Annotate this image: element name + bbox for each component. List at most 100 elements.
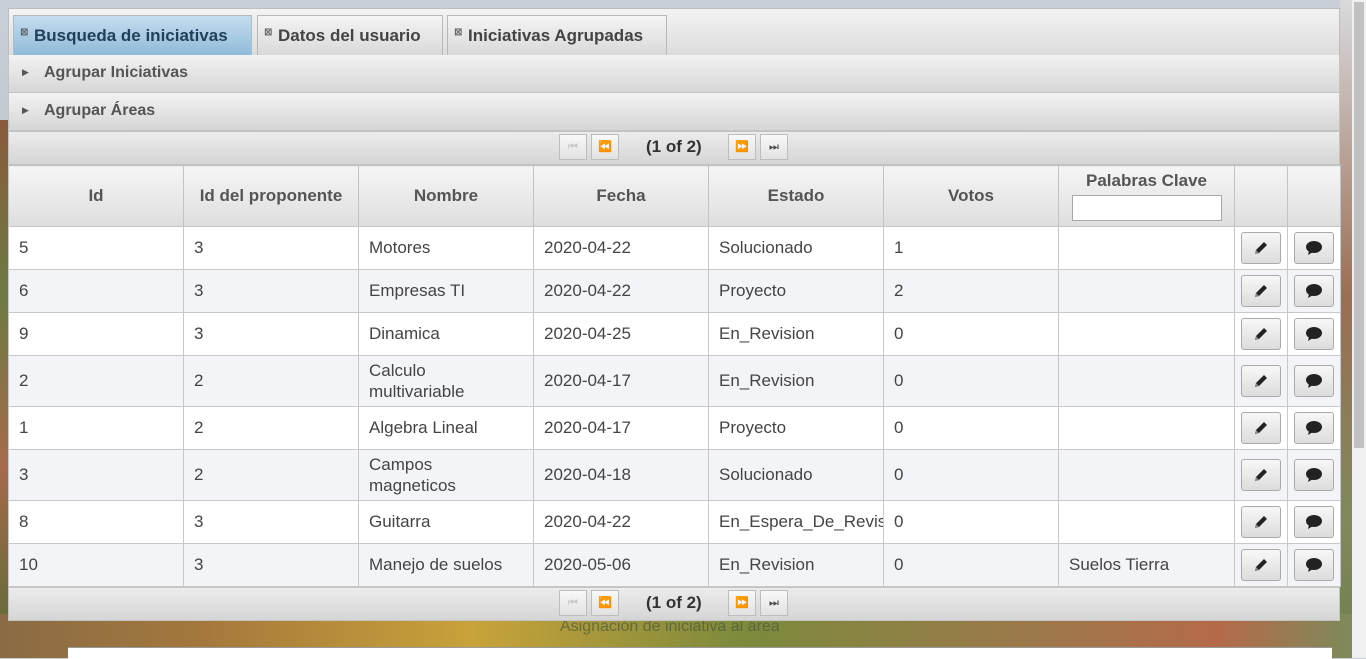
edit-button[interactable] xyxy=(1241,459,1281,491)
cell-id: 6 xyxy=(8,269,184,313)
table-row: 6 3 Empresas TI 2020-04-22 Proyecto 2 xyxy=(8,269,1341,313)
edit-button[interactable] xyxy=(1241,318,1281,350)
edit-button[interactable] xyxy=(1241,275,1281,307)
last-page-button[interactable]: ⏭ xyxy=(760,134,788,160)
cell-votos: 2 xyxy=(883,269,1059,313)
cell-nombre: Motores xyxy=(358,226,534,270)
edit-button[interactable] xyxy=(1241,506,1281,538)
cell-proponente: 2 xyxy=(183,355,359,407)
cell-id: 1 xyxy=(8,406,184,450)
edit-button[interactable] xyxy=(1241,412,1281,444)
tab-datos-usuario[interactable]: ⊠ Datos del usuario xyxy=(257,15,443,55)
edit-button[interactable] xyxy=(1241,232,1281,264)
next-page-button[interactable]: ⏩ xyxy=(728,590,756,616)
pencil-icon xyxy=(1255,469,1267,481)
edit-button[interactable] xyxy=(1241,549,1281,581)
col-header-proponente[interactable]: Id del proponente xyxy=(183,165,359,227)
tab-close-icon[interactable]: ⊠ xyxy=(454,27,462,38)
cell-proponente: 3 xyxy=(183,269,359,313)
cell-fecha: 2020-04-22 xyxy=(533,269,709,313)
cell-comment xyxy=(1287,406,1341,450)
cell-nombre: Manejo de suelos xyxy=(358,543,534,587)
cell-proponente: 3 xyxy=(183,312,359,356)
cell-fecha: 2020-04-22 xyxy=(533,500,709,544)
tab-label: Datos del usuario xyxy=(278,26,421,45)
col-header-nombre[interactable]: Nombre xyxy=(358,165,534,227)
first-page-button[interactable]: ⏮ xyxy=(559,134,587,160)
comment-button[interactable] xyxy=(1294,549,1334,581)
cell-estado: En_Revision xyxy=(708,355,884,407)
comment-icon xyxy=(1306,241,1322,255)
col-header-id[interactable]: Id xyxy=(8,165,184,227)
scrollbar-thumb[interactable] xyxy=(1354,2,1364,448)
cell-edit xyxy=(1234,500,1288,544)
comment-button[interactable] xyxy=(1294,365,1334,397)
comment-button[interactable] xyxy=(1294,275,1334,307)
page-count: (1 of 2) xyxy=(646,137,702,156)
table-row: 2 2 Calculo multivariable 2020-04-17 En_… xyxy=(8,355,1341,407)
comment-button[interactable] xyxy=(1294,506,1334,538)
last-page-button[interactable]: ⏭ xyxy=(760,590,788,616)
col-header-fecha[interactable]: Fecha xyxy=(533,165,709,227)
palabras-clave-filter-input[interactable] xyxy=(1071,195,1222,221)
comment-icon xyxy=(1306,515,1322,529)
cell-edit xyxy=(1234,226,1288,270)
col-header-votos[interactable]: Votos xyxy=(883,165,1059,227)
cell-nombre: Calculo multivariable xyxy=(358,355,534,407)
comment-icon xyxy=(1306,558,1322,572)
cell-nombre: Algebra Lineal xyxy=(358,406,534,450)
page-scrollbar[interactable] xyxy=(1352,0,1366,658)
comment-icon xyxy=(1306,284,1322,298)
comment-button[interactable] xyxy=(1294,232,1334,264)
next-page-button[interactable]: ⏩ xyxy=(728,134,756,160)
pencil-icon xyxy=(1255,375,1267,387)
cell-nombre: Dinamica xyxy=(358,312,534,356)
cell-estado: Proyecto xyxy=(708,269,884,313)
bottom-panel xyxy=(68,647,1332,659)
prev-page-button[interactable]: ⏪ xyxy=(591,134,619,160)
cell-proponente: 3 xyxy=(183,500,359,544)
cell-edit xyxy=(1234,355,1288,407)
pencil-icon xyxy=(1255,285,1267,297)
pencil-icon xyxy=(1255,516,1267,528)
page-count: (1 of 2) xyxy=(646,593,702,612)
cell-comment xyxy=(1287,312,1341,356)
cell-proponente: 2 xyxy=(183,449,359,501)
triangle-right-icon: ▶ xyxy=(22,67,29,77)
col-header-edit xyxy=(1234,165,1288,227)
cell-fecha: 2020-04-25 xyxy=(533,312,709,356)
cell-id: 10 xyxy=(8,543,184,587)
prev-page-button[interactable]: ⏪ xyxy=(591,590,619,616)
tab-label: Busqueda de iniciativas xyxy=(34,26,228,45)
tab-iniciativas-agrupadas[interactable]: ⊠ Iniciativas Agrupadas xyxy=(447,15,667,55)
cell-fecha: 2020-04-17 xyxy=(533,355,709,407)
triangle-right-icon: ▶ xyxy=(22,105,29,115)
comment-icon xyxy=(1306,468,1322,482)
comment-button[interactable] xyxy=(1294,459,1334,491)
paginator-top: ⏮ ⏪ (1 of 2) ⏩ ⏭ xyxy=(8,131,1340,165)
tab-bar: ⊠ Busqueda de iniciativas ⊠ Datos del us… xyxy=(8,8,1340,55)
cell-votos: 0 xyxy=(883,449,1059,501)
tab-close-icon[interactable]: ⊠ xyxy=(20,27,28,38)
tab-busqueda-iniciativas[interactable]: ⊠ Busqueda de iniciativas xyxy=(13,15,252,55)
accordion-agrupar-iniciativas[interactable]: ▶ Agrupar Iniciativas xyxy=(8,55,1340,93)
comment-button[interactable] xyxy=(1294,318,1334,350)
pencil-icon xyxy=(1255,242,1267,254)
cell-votos: 0 xyxy=(883,312,1059,356)
cell-estado: En_Revision xyxy=(708,312,884,356)
first-page-button[interactable]: ⏮ xyxy=(559,590,587,616)
comment-button[interactable] xyxy=(1294,412,1334,444)
pencil-icon xyxy=(1255,559,1267,571)
edit-button[interactable] xyxy=(1241,365,1281,397)
accordion-agrupar-areas[interactable]: ▶ Agrupar Áreas xyxy=(8,93,1340,131)
cell-estado: Proyecto xyxy=(708,406,884,450)
tab-close-icon[interactable]: ⊠ xyxy=(264,27,272,38)
cell-id: 9 xyxy=(8,312,184,356)
cell-edit xyxy=(1234,543,1288,587)
col-header-label: Palabras Clave xyxy=(1086,171,1207,190)
col-header-estado[interactable]: Estado xyxy=(708,165,884,227)
cell-comment xyxy=(1287,269,1341,313)
cell-nombre: Guitarra xyxy=(358,500,534,544)
iniciativas-table: Id Id del proponente Nombre Fecha Estado… xyxy=(8,165,1341,587)
cell-palabras-clave: Suelos Tierra xyxy=(1058,543,1235,587)
